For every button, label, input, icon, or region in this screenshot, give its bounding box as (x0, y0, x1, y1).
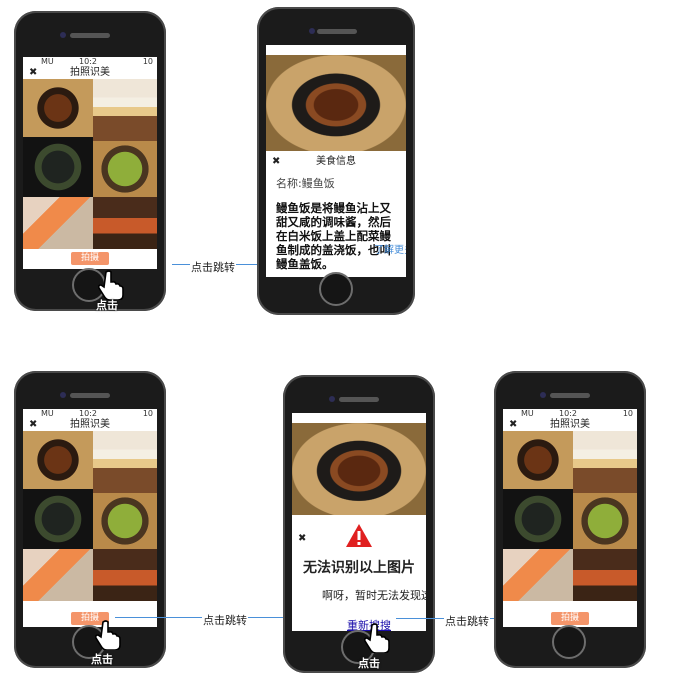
jump-label-bottom-2: 点击跳转 (444, 613, 490, 629)
status-carrier: MU (41, 409, 54, 418)
status-bar: MU 10:2 10 (23, 57, 157, 66)
phone-detail: ✖ 美食信息 名称:鳗鱼饭 鳗鱼饭是将鳗鱼沾上又甜又咸的调味酱，然后在白米饭上盖… (257, 7, 415, 315)
click-label: 点击 (91, 653, 113, 666)
phone-speaker (70, 393, 110, 398)
click-label: 点击 (96, 299, 118, 312)
food-photo-market (93, 197, 157, 249)
food-photo-sushi (23, 549, 93, 601)
status-battery: 10 (142, 57, 153, 66)
food-photo-vegetables (573, 493, 637, 549)
camera-header: ✖ 拍照识美 (23, 418, 157, 431)
food-photo-sushi (23, 197, 93, 249)
phone-speaker (339, 397, 379, 402)
food-photo-cake (93, 79, 157, 141)
detail-screen: ✖ 美食信息 名称:鳗鱼饭 鳗鱼饭是将鳗鱼沾上又甜又咸的调味酱，然后在白米饭上盖… (266, 45, 406, 277)
capture-button[interactable]: 拍摄 (71, 252, 109, 265)
food-description: 鳗鱼饭是将鳗鱼沾上又甜又咸的调味酱，然后在白米饭上盖上配菜鳗鱼制成的盖浇饭，也叫… (276, 201, 391, 271)
status-carrier: MU (41, 57, 54, 66)
phone-camera-dot (540, 392, 546, 398)
home-button (319, 272, 353, 306)
click-label: 点击 (358, 657, 380, 670)
food-photo-eel (503, 431, 573, 489)
food-photo-eel (23, 79, 93, 137)
eel-rice-photo (292, 423, 426, 515)
status-time: 10:2 (559, 409, 577, 418)
phone-speaker (317, 29, 357, 34)
camera-title: 拍照识美 (550, 419, 590, 430)
food-photo-cake (573, 431, 637, 493)
food-grid (503, 431, 637, 601)
eel-rice-photo (266, 55, 406, 151)
phone-error: ✖ 无法识别以上图片 啊呀，暂时无法发现这美食。。 重新搜搜 (283, 375, 435, 673)
error-screen: ✖ 无法识别以上图片 啊呀，暂时无法发现这美食。。 重新搜搜 (292, 413, 426, 631)
status-bar: MU 10:2 10 (503, 409, 637, 418)
food-grid (23, 431, 157, 601)
pointer-hand-icon (364, 623, 390, 653)
jump-label-top: 点击跳转 (190, 259, 236, 275)
food-photo-eel (23, 431, 93, 489)
detail-title: 美食信息 (316, 156, 356, 167)
phone-speaker (70, 33, 110, 38)
food-grid (23, 79, 157, 249)
status-time: 10:2 (79, 57, 97, 66)
food-name: 名称:鳗鱼饭 (276, 177, 335, 190)
camera-screen: MU 10:2 10 ✖ 拍照识美 拍摄 (23, 57, 157, 269)
phone-camera-bottom-left: MU 10:2 10 ✖ 拍照识美 拍摄 (14, 371, 166, 668)
food-photo-mussels (23, 137, 93, 197)
camera-header: ✖ 拍照识美 (503, 418, 637, 431)
phone-camera-dot (60, 32, 66, 38)
phone-camera-dot (329, 396, 335, 402)
close-icon[interactable]: ✖ (298, 533, 306, 544)
camera-header: ✖ 拍照识美 (23, 66, 157, 79)
food-photo-vegetables (93, 141, 157, 197)
camera-title: 拍照识美 (70, 419, 110, 430)
error-message: 啊呀，暂时无法发现这美食。。 (322, 589, 426, 602)
status-battery: 10 (622, 409, 633, 418)
learn-more-link[interactable]: 了解更多 (374, 241, 406, 256)
food-photo-market (93, 549, 157, 601)
status-battery: 10 (142, 409, 153, 418)
jump-label-bottom-1: 点击跳转 (202, 612, 248, 628)
food-photo-market (573, 549, 637, 601)
status-time: 10:2 (79, 409, 97, 418)
phone-camera-dot (60, 392, 66, 398)
camera-screen: MU 10:2 10 ✖ 拍照识美 拍摄 (23, 409, 157, 627)
status-bar: MU 10:2 10 (23, 409, 157, 418)
food-photo-sushi (503, 549, 573, 601)
pointer-hand-icon (95, 620, 121, 650)
detail-header: ✖ 美食信息 (266, 155, 406, 168)
warning-icon (346, 524, 372, 547)
camera-screen: MU 10:2 10 ✖ 拍照识美 拍摄 (503, 409, 637, 627)
food-photo-cake (93, 431, 157, 493)
pointer-hand-icon (98, 270, 124, 300)
phone-camera-top: MU 10:2 10 ✖ 拍照识美 拍摄 (14, 11, 166, 311)
capture-button[interactable]: 拍摄 (551, 612, 589, 625)
phone-camera-bottom-right: MU 10:2 10 ✖ 拍照识美 拍摄 (494, 371, 646, 668)
phone-camera-dot (309, 28, 315, 34)
home-button (552, 625, 586, 659)
phone-speaker (550, 393, 590, 398)
food-photo-mussels (23, 489, 93, 549)
status-carrier: MU (521, 409, 534, 418)
food-photo-mussels (503, 489, 573, 549)
food-photo-vegetables (93, 493, 157, 549)
error-title: 无法识别以上图片 (303, 560, 415, 576)
camera-title: 拍照识美 (70, 67, 110, 78)
